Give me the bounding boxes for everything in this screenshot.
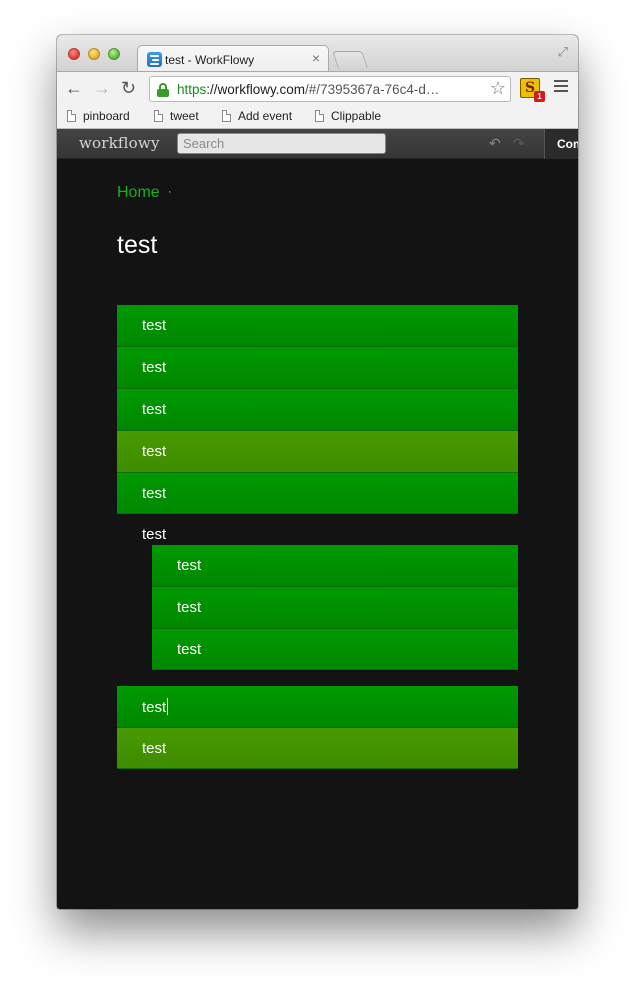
undo-icon[interactable]: ↶: [489, 135, 501, 152]
workflowy-logo[interactable]: workflowy: [79, 134, 160, 152]
list-item[interactable]: test: [117, 347, 518, 389]
page-icon: [315, 110, 324, 122]
list-item[interactable]: test: [117, 305, 518, 347]
reload-icon[interactable]: ↻: [121, 78, 136, 98]
close-window-button[interactable]: [68, 48, 80, 60]
browser-window: test - WorkFlowy × ⤢ ← → ↻ https://workf…: [57, 35, 578, 909]
tab-close-icon[interactable]: ×: [312, 50, 320, 66]
breadcrumb-home-link[interactable]: Home: [117, 184, 160, 201]
workflowy-favicon-icon: [147, 52, 162, 67]
breadcrumb: Home ·: [117, 184, 172, 202]
workflowy-header: workflowy ↶ ↷ Com: [57, 129, 578, 159]
list-item-highlighted[interactable]: test: [117, 431, 518, 473]
list-item-editing[interactable]: test: [117, 686, 518, 728]
list-item[interactable]: test: [117, 389, 518, 431]
text-cursor: [167, 698, 169, 715]
child-item[interactable]: test: [152, 545, 518, 587]
page-icon: [222, 110, 231, 122]
lock-icon: [157, 83, 169, 97]
back-icon[interactable]: ←: [65, 78, 83, 98]
browser-tab[interactable]: test - WorkFlowy ×: [137, 45, 329, 72]
fullscreen-icon[interactable]: ⤢: [558, 44, 568, 60]
bookmarks-bar: pinboard tweet Add event Clippable: [57, 105, 578, 129]
address-bar[interactable]: https://workflowy.com/#/7395367a-76c4-d……: [149, 76, 511, 102]
search-input[interactable]: [177, 133, 386, 154]
tab-title: test - WorkFlowy: [165, 53, 255, 67]
bookmark-pinboard[interactable]: pinboard: [67, 109, 130, 125]
page-icon: [67, 110, 76, 122]
child-item[interactable]: test: [152, 629, 518, 670]
parent-item[interactable]: test: [142, 526, 166, 543]
list-item-highlighted[interactable]: test: [117, 728, 518, 769]
star-icon[interactable]: ☆: [490, 78, 506, 99]
new-tab-button[interactable]: [332, 51, 368, 68]
child-item[interactable]: test: [152, 587, 518, 629]
zoom-window-button[interactable]: [108, 48, 120, 60]
browser-toolbar: ← → ↻ https://workflowy.com/#/7395367a-7…: [57, 71, 578, 105]
page-title[interactable]: test: [117, 231, 157, 260]
forward-icon[interactable]: →: [93, 78, 111, 98]
url-text[interactable]: https://workflowy.com/#/7395367a-76c4-d…: [177, 82, 439, 97]
tab-strip: test - WorkFlowy × ⤢: [57, 35, 578, 72]
extension-badge: 1: [534, 91, 545, 102]
bookmark-clippable[interactable]: Clippable: [315, 109, 381, 125]
list-item[interactable]: test: [117, 473, 518, 514]
bookmark-add-event[interactable]: Add event: [222, 109, 292, 125]
menu-icon[interactable]: [554, 80, 568, 95]
complete-button[interactable]: Com: [544, 129, 578, 159]
minimize-window-button[interactable]: [88, 48, 100, 60]
redo-icon[interactable]: ↷: [513, 135, 525, 152]
page-icon: [154, 110, 163, 122]
bookmark-tweet[interactable]: tweet: [154, 109, 199, 125]
outline-page: Home · test test test test test test test…: [57, 159, 578, 909]
breadcrumb-separator: ·: [167, 184, 172, 198]
